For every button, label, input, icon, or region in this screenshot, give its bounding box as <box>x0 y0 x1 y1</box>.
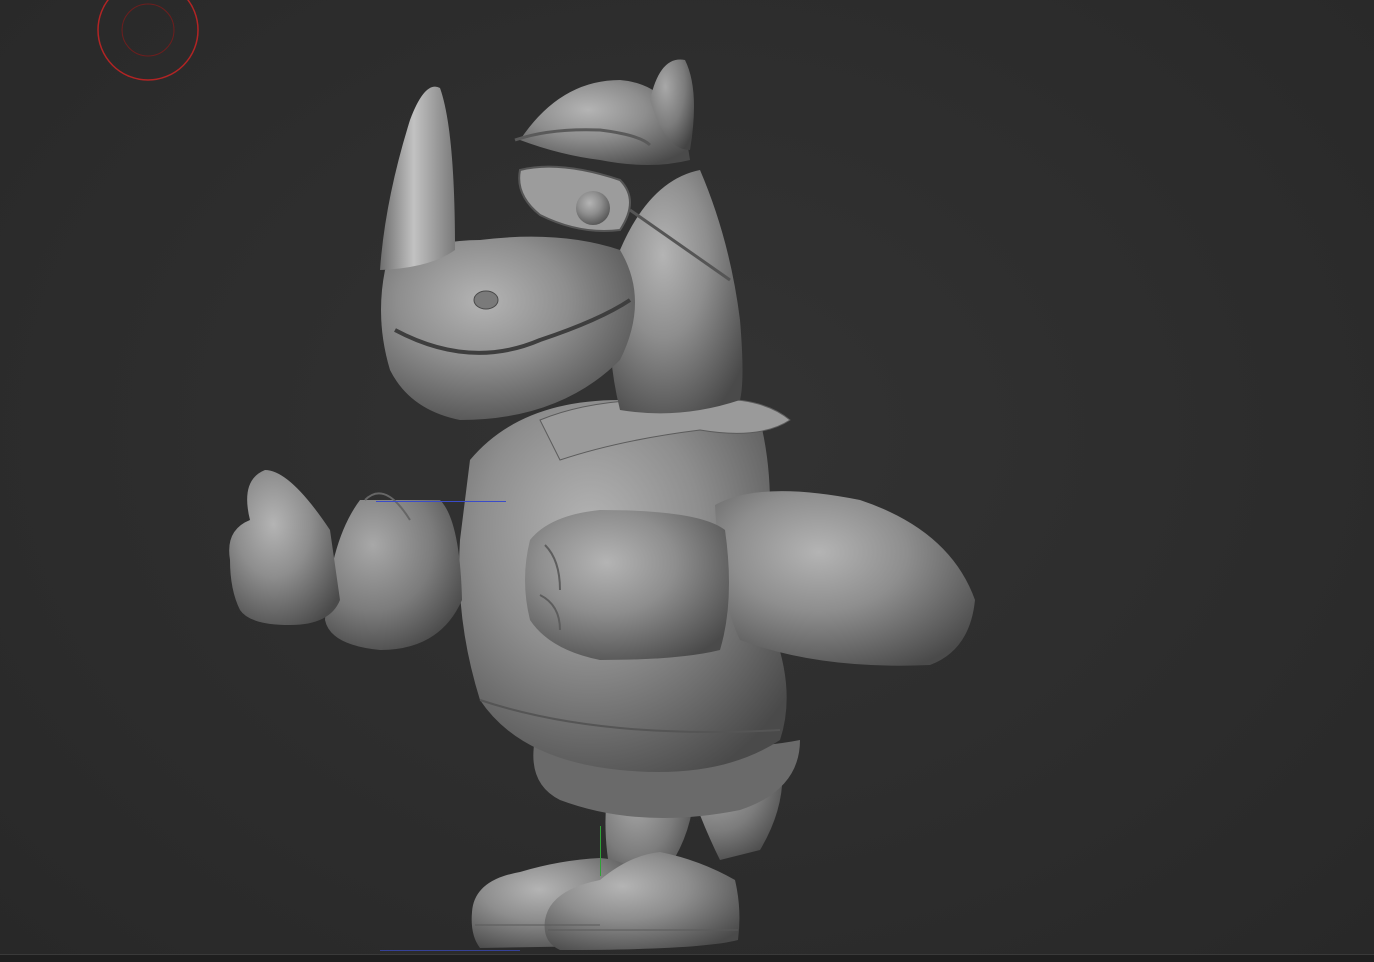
axis-y-line <box>600 826 601 876</box>
floor-grid-line <box>380 950 520 951</box>
head <box>380 59 743 420</box>
right-arm <box>525 491 975 666</box>
left-arm <box>229 470 462 650</box>
rhino-sculpt-model[interactable] <box>0 0 1374 962</box>
3d-viewport[interactable] <box>0 0 1374 962</box>
bottom-tray <box>0 954 1374 962</box>
sneakers <box>471 852 740 950</box>
axis-x-line <box>376 501 506 502</box>
